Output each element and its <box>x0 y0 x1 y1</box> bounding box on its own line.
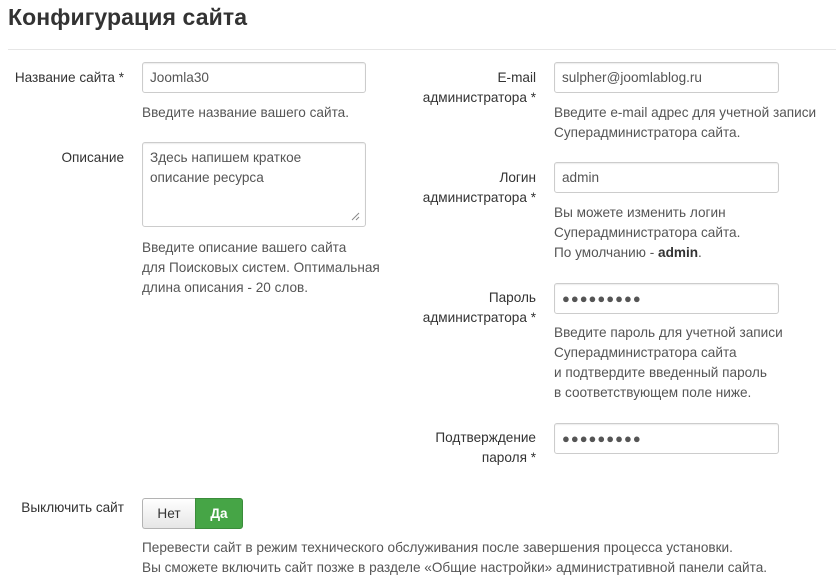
offline-help-line-2: Вы сможете включить сайт позже в разделе… <box>142 560 768 575</box>
admin-password-input[interactable]: ●●●●●●●●● <box>554 283 779 314</box>
offline-toggle: Нет Да <box>142 498 243 529</box>
admin-password-help-line-1: Введите пароль для учетной записи <box>554 325 783 340</box>
admin-login-help-line-2: Суперадминистратора сайта. <box>554 225 741 240</box>
admin-login-label-line-1: Логин <box>499 170 536 185</box>
admin-login-label-line-2: администратора * <box>422 190 536 205</box>
admin-email-help-line-2: Суперадминистратора сайта. <box>554 125 741 140</box>
admin-email-label-line-1: E-mail <box>497 70 536 85</box>
password-confirm-label-line-1: Подтверждение <box>435 430 536 445</box>
description-label: Описание <box>61 150 124 165</box>
admin-password-help-line-4: в соответствующем поле ниже. <box>554 385 752 400</box>
admin-login-help-line-3: По умолчанию - admin. <box>554 243 702 263</box>
default-login-value: admin <box>658 245 699 260</box>
description-textarea[interactable]: Здесь напишем краткое описание ресурса <box>142 142 366 227</box>
page-title: Конфигурация сайта <box>8 4 248 30</box>
admin-login-input[interactable] <box>554 162 779 193</box>
description-help-line-3: длина описания - 20 слов. <box>142 280 309 295</box>
admin-password-label-line-2: администратора * <box>422 310 536 325</box>
password-confirm-input[interactable]: ●●●●●●●●● <box>554 423 779 454</box>
offline-label: Выключить сайт <box>21 500 124 515</box>
offline-yes-button[interactable]: Да <box>195 498 243 529</box>
site-name-help: Введите название вашего сайта. <box>142 105 349 120</box>
admin-email-input[interactable] <box>554 62 779 93</box>
offline-no-button[interactable]: Нет <box>142 498 195 529</box>
offline-help-line-1: Перевести сайт в режим технического обсл… <box>142 540 733 555</box>
admin-password-label-line-1: Пароль <box>488 290 536 305</box>
site-name-label: Название сайта * <box>14 70 124 85</box>
password-confirm-label-line-2: пароля * <box>481 450 536 465</box>
admin-password-help-line-2: Суперадминистратора сайта <box>554 345 737 360</box>
site-name-input[interactable] <box>142 62 366 93</box>
admin-password-help-line-3: и подтвердите введенный пароль <box>554 365 767 380</box>
default-prefix: По умолчанию - <box>554 245 659 260</box>
default-suffix: . <box>698 245 702 260</box>
description-help-line-2: для Поисковых систем. Оптимальная <box>142 260 380 275</box>
description-help-line-1: Введите описание вашего сайта <box>142 240 347 255</box>
admin-login-help-line-1: Вы можете изменить логин <box>554 205 726 220</box>
admin-email-label-line-2: администратора * <box>422 90 536 105</box>
title-divider <box>8 49 836 50</box>
resize-grip-icon[interactable] <box>350 211 360 221</box>
admin-email-help-line-1: Введите e-mail адрес для учетной записи <box>554 105 817 120</box>
